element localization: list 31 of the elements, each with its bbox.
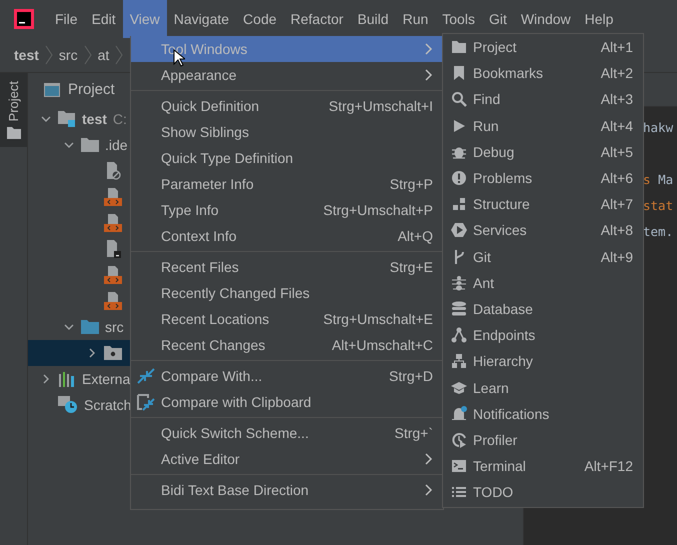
shortcut-text: Strg+Umschalt+I — [328, 98, 433, 114]
shortcut-text: Alt+7 — [600, 196, 633, 212]
shortcut-text: Alt+Q — [398, 228, 433, 244]
code-text: s — [643, 172, 652, 187]
shortcut-text: Strg+P — [390, 176, 433, 192]
shortcut-text: Alt+8 — [600, 222, 633, 238]
code-text: stat — [643, 198, 674, 213]
tree-path: C: — [112, 111, 127, 127]
code-text: tem. — [643, 224, 674, 239]
panel-title: Project — [68, 81, 115, 98]
shortcut-text: Alt+9 — [600, 248, 633, 265]
shortcut-text: Alt+F12 — [584, 458, 633, 474]
shortcut-text: Alt+2 — [600, 65, 633, 82]
tree-label: .ide — [105, 137, 128, 153]
shortcut-text: Strg+D — [389, 368, 433, 384]
shortcut-text: Strg+` — [394, 425, 433, 441]
shortcut-text: Alt+1 — [600, 39, 633, 56]
tree-label: src — [105, 319, 124, 335]
shortcut-text: Alt+5 — [600, 144, 633, 160]
shortcut-text: Alt+4 — [600, 118, 633, 134]
shortcut-text: Strg+Umschalt+P — [323, 202, 433, 218]
code-text: Ma — [658, 172, 674, 187]
tree-label: Externa — [82, 371, 130, 387]
shortcut-text: Alt+6 — [600, 170, 633, 186]
tree-label: Scratch — [84, 397, 132, 413]
shortcut-text: Alt+3 — [600, 91, 633, 108]
shortcut-text: Strg+E — [390, 259, 433, 275]
tree-label: test — [82, 111, 107, 127]
shortcut-text: Alt+Umschalt+C — [332, 337, 433, 353]
code-text: hakw — [643, 120, 674, 135]
shortcut-text: Strg+Umschalt+E — [323, 311, 433, 327]
